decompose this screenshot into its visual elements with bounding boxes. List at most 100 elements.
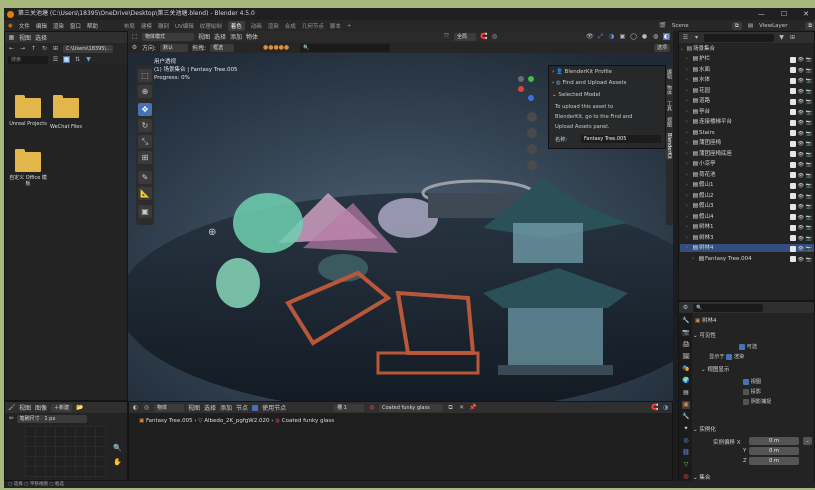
pan-icon[interactable]: [527, 128, 537, 138]
include-checkbox[interactable]: [789, 88, 796, 94]
include-checkbox[interactable]: [789, 130, 796, 136]
outliner-row[interactable]: › ▤护栏 👁 📷: [680, 55, 814, 63]
eye-icon[interactable]: 👁: [798, 68, 804, 74]
side-tab-blenderkit[interactable]: BlenderKit: [666, 133, 672, 159]
parent-dir-icon[interactable]: ↑: [30, 45, 37, 52]
shadow-checkbox[interactable]: [743, 388, 749, 395]
breadcrumb-material[interactable]: Coated funky glass: [282, 418, 334, 424]
thumbnail-view-icon[interactable]: ▦: [63, 56, 70, 63]
orientation-selector[interactable]: 默认: [160, 43, 189, 52]
side-tab-edit[interactable]: 编辑: [666, 69, 673, 79]
maximize-icon[interactable]: ☐: [781, 8, 787, 20]
pivot-selector[interactable]: 全局: [454, 32, 476, 41]
snap-icon[interactable]: 🧲: [480, 33, 487, 40]
editor-type-icon[interactable]: ▦: [8, 34, 15, 41]
proportional-edit-icon[interactable]: ◎: [491, 33, 498, 40]
editor-type-icon[interactable]: 🖌: [8, 404, 16, 411]
collection-tab-icon[interactable]: ▤: [682, 389, 690, 397]
outliner-root[interactable]: ⌄ ▤场景集合: [680, 45, 814, 53]
section-instancing[interactable]: ⌄ 实例化: [693, 426, 813, 435]
tab-compositing[interactable]: 合成: [285, 22, 296, 30]
include-checkbox[interactable]: [789, 140, 796, 147]
list-view-icon[interactable]: ☰: [52, 56, 59, 63]
new-collection-icon[interactable]: ⊞: [789, 34, 796, 41]
camera-icon[interactable]: 📷: [806, 225, 812, 231]
instance-offset-y-field[interactable]: 0 m: [749, 447, 799, 455]
outliner-row[interactable]: › ▤Fantasy Tree.004 👁 📷: [680, 255, 814, 263]
outliner-row[interactable]: › ▤蒲团座椅 👁 📷: [680, 139, 814, 147]
copy-offset-button[interactable]: ⌄: [803, 437, 812, 445]
tab-geometry-nodes[interactable]: 几何节点: [302, 22, 324, 30]
cursor-icon[interactable]: ⊕: [138, 85, 152, 98]
outliner-row[interactable]: › ▤假山3 👁 📷: [680, 202, 814, 210]
include-checkbox[interactable]: [789, 256, 796, 262]
find-upload-row[interactable]: › ◍ Find and Upload Assets: [552, 79, 664, 88]
eye-icon[interactable]: 👁: [798, 183, 804, 189]
3d-viewport[interactable]: ⬚ 物体模式 视图 选择 添加 物体 ⤧ 全局 🧲 ◎ 👁 ⤢ ◑ ▣ ◯ ● …: [128, 31, 673, 401]
node-menu-view[interactable]: 视图: [188, 403, 200, 412]
file-browser-menu-view[interactable]: 视图: [19, 33, 31, 42]
side-tab-object[interactable]: 物体: [666, 85, 673, 95]
eye-icon[interactable]: 👁: [798, 152, 804, 158]
duplicate-material-icon[interactable]: ⧉: [447, 404, 454, 411]
hand-icon[interactable]: ✋: [113, 458, 122, 466]
modifier-tab-icon[interactable]: 🔧: [682, 413, 690, 421]
back-icon[interactable]: ←: [8, 45, 15, 52]
sort-icon[interactable]: ⇅: [74, 56, 81, 63]
data-tab-icon[interactable]: ▽: [682, 461, 690, 469]
viewport-menu-select[interactable]: 选择: [214, 32, 226, 41]
eye-icon[interactable]: 👁: [798, 257, 804, 263]
outliner-row[interactable]: › ▤花园 👁 📷: [680, 87, 814, 95]
eye-icon[interactable]: 👁: [798, 225, 804, 231]
asset-icons[interactable]: ●●●●●: [256, 44, 296, 51]
side-tab-view[interactable]: 视图: [666, 117, 673, 127]
camera-icon[interactable]: 📷: [806, 57, 812, 63]
physics-tab-icon[interactable]: ◎: [682, 437, 690, 445]
eye-icon[interactable]: 👁: [798, 99, 804, 105]
editor-type-icon[interactable]: ⬚: [131, 33, 138, 40]
outliner-row[interactable]: › ▤亭台 👁 📷: [680, 108, 814, 116]
minimize-icon[interactable]: —: [758, 8, 765, 20]
forward-icon[interactable]: →: [19, 45, 26, 52]
outliner-row[interactable]: › ▤Stairs 👁 📷: [680, 129, 814, 137]
camera-icon[interactable]: 📷: [806, 215, 812, 221]
outliner-row[interactable]: › ▤小凉亭 👁 📷: [680, 160, 814, 168]
tab-texture-paint[interactable]: 纹理绘制: [200, 22, 222, 30]
move-icon[interactable]: ✥: [138, 103, 152, 116]
shader-type-icon[interactable]: ◎: [143, 404, 150, 411]
eye-icon[interactable]: 👁: [798, 173, 804, 179]
eye-icon[interactable]: 👁: [798, 110, 804, 116]
eye-icon[interactable]: 👁: [798, 162, 804, 168]
display-mode-icon[interactable]: ▾: [693, 34, 700, 41]
camera-icon[interactable]: 📷: [806, 68, 812, 74]
camera-icon[interactable]: 📷: [806, 173, 812, 179]
include-checkbox[interactable]: [789, 77, 796, 84]
tool-tab-icon[interactable]: 🔧: [682, 317, 690, 325]
folder-label[interactable]: WeChat Files: [46, 124, 86, 130]
outliner-row[interactable]: › ▤荷花池 👁 📷: [680, 171, 814, 179]
visibility-icon[interactable]: 👁: [586, 33, 594, 40]
viewport-menu-view[interactable]: 视图: [198, 32, 210, 41]
shading-solid-icon[interactable]: ●: [641, 33, 648, 40]
folder-label[interactable]: 自定义 Office 模板: [8, 175, 48, 187]
brush-icon[interactable]: ✏: [8, 415, 15, 422]
folder-icon[interactable]: [15, 95, 41, 118]
folder-icon[interactable]: [53, 95, 79, 118]
file-search-input[interactable]: 搜索: [8, 55, 48, 64]
tab-shading[interactable]: 着色: [227, 20, 245, 31]
tab-modeling[interactable]: 建模: [141, 22, 152, 30]
node-menu-node[interactable]: 节点: [236, 403, 248, 412]
side-tab-tool[interactable]: 工具: [666, 101, 673, 111]
output-tab-icon[interactable]: 🖨: [682, 341, 690, 349]
tab-uv[interactable]: UV编辑: [175, 22, 194, 30]
outliner-search-input[interactable]: [704, 33, 774, 42]
mode-selector[interactable]: 物体模式: [142, 32, 194, 41]
scale-icon[interactable]: ⤡: [138, 135, 152, 148]
outliner-row[interactable]: › ▤树林1 👁 📷: [680, 223, 814, 231]
include-checkbox[interactable]: [789, 172, 796, 178]
include-checkbox[interactable]: [789, 193, 796, 199]
camera-icon[interactable]: 📷: [806, 152, 812, 158]
viewport-menu-add[interactable]: 添加: [230, 32, 242, 41]
camera-icon[interactable]: 📷: [806, 141, 812, 147]
include-checkbox[interactable]: [789, 151, 796, 157]
